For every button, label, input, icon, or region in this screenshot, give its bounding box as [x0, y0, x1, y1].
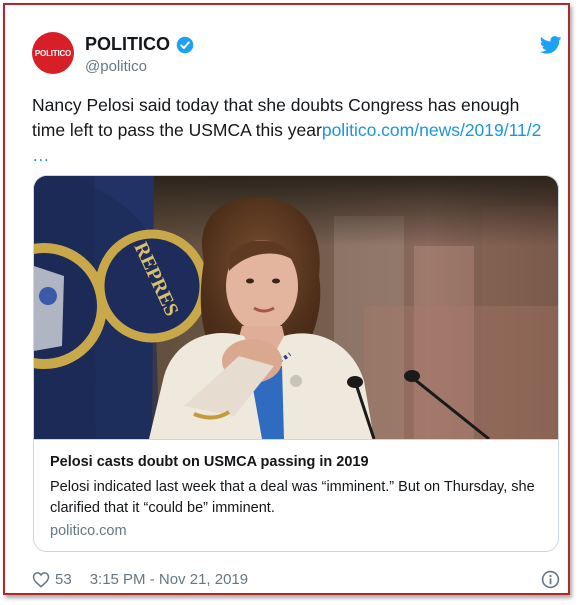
twitter-bird-icon[interactable] — [540, 36, 562, 54]
tweet-timestamp[interactable]: 3:15 PM - Nov 21, 2019 — [90, 571, 248, 588]
avatar-logo-text: POLITICO — [34, 48, 72, 58]
like-count[interactable]: 53 — [55, 571, 72, 588]
tweet-text: Nancy Pelosi said today that she doubts … — [32, 93, 557, 168]
card-domain: politico.com — [50, 523, 127, 539]
card-title[interactable]: Pelosi casts doubt on USMCA passing in 2… — [50, 454, 369, 470]
account-name[interactable]: POLITICO — [85, 34, 170, 55]
link-card[interactable]: REPRES Pelosi casts doubt on USMCA passi… — [33, 175, 559, 552]
verified-badge-icon — [176, 36, 194, 53]
card-body[interactable]: Pelosi casts doubt on USMCA passing in 2… — [34, 439, 558, 539]
avatar[interactable]: POLITICO — [32, 32, 74, 74]
account-handle[interactable]: @politico — [85, 58, 147, 75]
account-name-row[interactable]: POLITICO — [85, 34, 194, 55]
tweet-link[interactable]: politico.com/news/2019/11/2 — [322, 120, 542, 140]
info-icon[interactable] — [541, 570, 560, 589]
card-description: Pelosi indicated last week that a deal w… — [50, 479, 535, 516]
card-image[interactable]: REPRES — [34, 176, 559, 439]
tweet-footer: 53 3:15 PM - Nov 21, 2019 — [32, 571, 248, 588]
tweet-link-ellipsis[interactable]: … — [32, 145, 50, 165]
tweet-embed: POLITICO POLITICO @politico Nancy Pelosi… — [3, 3, 570, 595]
heart-icon[interactable] — [32, 571, 50, 588]
